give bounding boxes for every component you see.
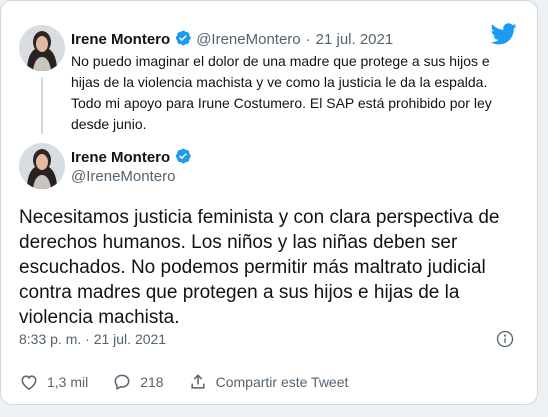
share-label: Compartir este Tweet [215,374,349,390]
tweet-text: Necesitamos justicia feminista y con cla… [19,207,500,328]
like-count: 1,3 mil [47,374,89,390]
dot-separator: · [305,31,311,48]
author-name-row: Irene Montero [71,147,196,169]
avatar[interactable] [19,25,65,71]
tweet-timestamp[interactable]: 8:33 p. m. · 21 jul. 2021 [19,331,166,347]
info-icon[interactable] [496,330,514,353]
tweet-card: Irene Montero @IreneMontero · 21 jul. 2021 … [0,0,538,405]
verified-badge-icon [174,147,192,169]
reply-icon [114,374,130,390]
quoted-date[interactable]: 21 jul. 2021 [316,31,394,48]
twitter-bird-icon[interactable] [490,23,517,50]
author-name[interactable]: Irene Montero [71,149,170,166]
author-handle[interactable]: @IreneMontero [71,168,175,185]
reply-count: 218 [140,374,164,390]
share-button[interactable]: Compartir este Tweet [188,372,349,392]
quoted-tweet-text: No puedo imaginar el dolor de una madre … [71,53,492,132]
share-icon [191,374,205,389]
avatar[interactable] [19,143,65,189]
reply-button[interactable]: 218 [112,372,164,392]
thread-connector [41,77,43,134]
like-button[interactable]: 1,3 mil [19,372,88,392]
quoted-author-name[interactable]: Irene Montero [71,31,170,48]
verified-badge-icon [174,29,192,51]
quoted-author-handle[interactable]: @IreneMontero [196,31,300,48]
heart-icon [21,375,37,390]
action-bar: 1,3 mil 218 Compartir este Tweet [19,372,372,392]
quoted-header: Irene Montero @IreneMontero · 21 jul. 2021 [71,29,393,51]
